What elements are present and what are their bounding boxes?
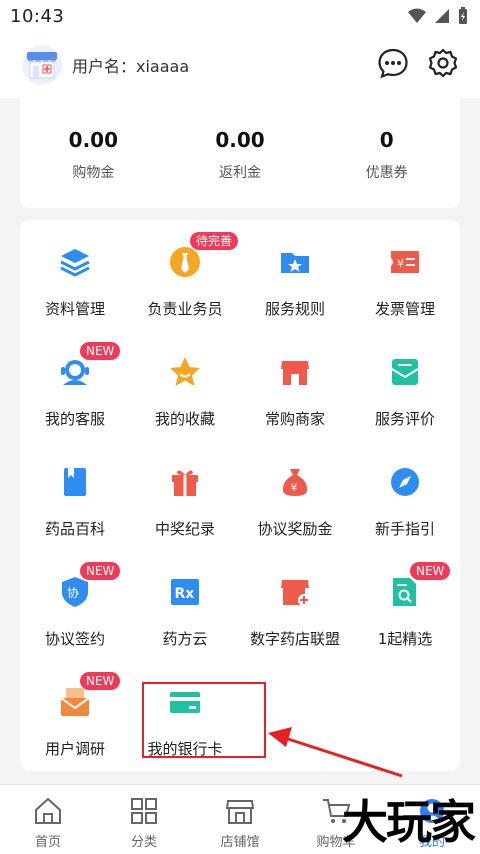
tab-label: 分类 (130, 835, 157, 850)
tab-label: 首页 (34, 835, 61, 850)
tab-home[interactable]: 首页 (0, 785, 96, 854)
home-icon (32, 795, 64, 827)
watermark-logo: 大玩家 (342, 795, 476, 849)
tab-label: 店铺馆 (220, 835, 260, 850)
annotation-arrow (268, 727, 403, 778)
tab-category-grid[interactable]: 分类 (96, 785, 192, 854)
tab-store[interactable]: 店铺馆 (192, 785, 288, 854)
store-icon (224, 795, 256, 827)
category-grid-icon (128, 795, 160, 827)
